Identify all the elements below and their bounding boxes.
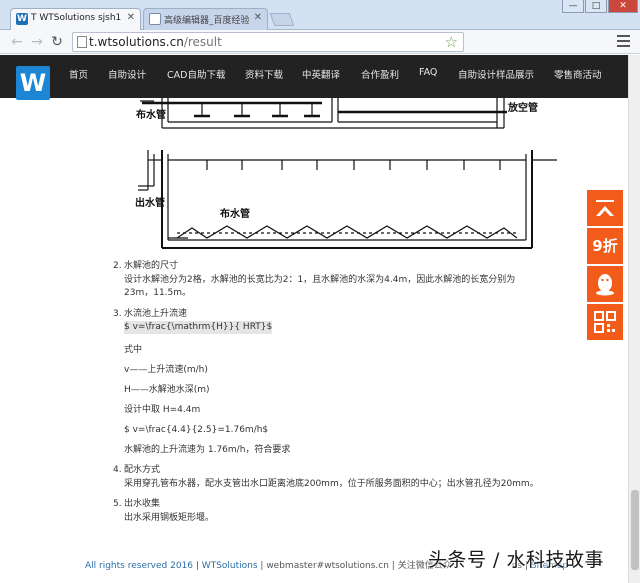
nav-item-retailers[interactable]: 零售商活动 — [554, 67, 602, 81]
site-nav-bar: W 首页 自助设计 CAD自助下载 资料下载 中英翻译 合作盈利 FAQ 自助设… — [0, 55, 640, 100]
bookmark-star-icon[interactable]: ☆ — [445, 33, 458, 51]
minimize-button[interactable]: — — [562, 0, 584, 13]
qr-code-icon — [594, 311, 616, 333]
drain-pipe-label: 放空管 — [508, 103, 538, 114]
nav-item-home[interactable]: 首页 — [69, 67, 88, 81]
discount-button[interactable]: 9折 — [587, 228, 623, 264]
back-to-top-button[interactable] — [587, 190, 623, 226]
page-favicon-icon — [149, 13, 161, 25]
browser-toolbar: ← → ↻ t.wtsolutions.cn/result ☆ — [0, 30, 640, 54]
qq-contact-button[interactable] — [587, 266, 623, 302]
tank-drawing — [138, 98, 557, 249]
maximize-button[interactable]: □ — [585, 0, 607, 13]
section-number: 3. — [113, 309, 122, 319]
section-text: 设计水解池分为2格，水解池的长宽比为2：1，且水解池的水深为4.4m，因此水解池… — [124, 275, 516, 285]
section-text: v——上升流速(m/h) — [124, 365, 208, 375]
nav-item-resources[interactable]: 资料下载 — [245, 67, 283, 81]
section-title-distribution: 配水方式 — [124, 465, 161, 475]
formula-text: $ v=\frac{4.4}{2.5}=1.76m/h$ — [124, 425, 269, 435]
footer-copyright: All rights reserved 2016 — [85, 561, 194, 571]
nav-item-samples[interactable]: 自助设计样品展示 — [458, 67, 534, 81]
nav-item-partnership[interactable]: 合作盈利 — [361, 67, 399, 81]
nav-item-translation[interactable]: 中英翻译 — [302, 67, 340, 81]
section-text: H——水解池水深(m) — [124, 385, 210, 395]
url-text: t.wtsolutions.cn/result — [89, 35, 222, 49]
bottom-inlet-pipe-label: 布水管 — [220, 209, 250, 220]
back-to-top-icon — [596, 200, 614, 216]
outlet-pipe-label: 出水管 — [135, 198, 165, 209]
footer-separator: | — [193, 561, 202, 571]
footer-separator: | — [388, 561, 398, 571]
section-title-upflow: 水流池上升流速 — [124, 309, 188, 319]
tank-diagram: 布水管 放空管 出水管 布水管 — [132, 98, 562, 256]
inlet-pipe-label: 布水管 — [136, 110, 166, 121]
section-text: 23m，11.5m。 — [124, 288, 192, 298]
footer-email: webmaster#wtsolutions.cn — [266, 561, 389, 571]
close-tab-icon[interactable]: ✕ — [254, 12, 262, 23]
qq-penguin-icon — [596, 274, 614, 296]
nav-item-faq[interactable]: FAQ — [419, 67, 437, 78]
section-number: 4. — [113, 465, 122, 475]
scrollbar-thumb[interactable] — [631, 490, 639, 570]
site-logo[interactable]: W — [16, 66, 50, 100]
toutiao-watermark: 头条号 / 水科技故事 — [428, 549, 604, 571]
footer-separator: | — [257, 561, 267, 571]
tab-baidu-jingyan[interactable]: 高级编辑器_百度经验 ✕ — [143, 8, 268, 30]
close-tab-icon[interactable]: ✕ — [127, 12, 135, 23]
tab-wtsolutions[interactable]: W T WTSolutions sjsh1 ✕ — [10, 8, 141, 30]
section-text: 采用穿孔管布水器，配水支管出水口距离池底200mm，位于所服务面积的中心；出水管… — [124, 479, 539, 489]
browser-menu-icon[interactable] — [617, 35, 630, 50]
qr-code-button[interactable] — [587, 304, 623, 340]
browser-tab-strip: W T WTSolutions sjsh1 ✕ 高级编辑器_百度经验 ✕ — □… — [0, 0, 640, 30]
address-bar[interactable]: t.wtsolutions.cn/result ☆ — [72, 32, 464, 52]
wtsolutions-favicon-icon: W — [16, 13, 28, 25]
section-text: 式中 — [124, 345, 143, 355]
reload-icon[interactable]: ↻ — [48, 33, 66, 51]
forward-arrow-icon[interactable]: → — [28, 33, 46, 51]
back-arrow-icon[interactable]: ← — [8, 33, 26, 51]
nav-item-self-design[interactable]: 自助设计 — [108, 67, 146, 81]
section-title-collection: 出水收集 — [124, 499, 161, 509]
footer-brand-link[interactable]: WTSolutions — [202, 561, 258, 571]
page-scrollbar[interactable] — [628, 55, 640, 583]
section-text: 出水采用钢板矩形堰。 — [124, 513, 215, 523]
section-title-dimensions: 水解池的尺寸 — [124, 261, 179, 271]
section-text: 水解池的上升流速为 1.76m/h，符合要求 — [124, 445, 291, 455]
tab-title: T WTSolutions sjsh1 — [31, 13, 122, 23]
page-icon — [77, 36, 87, 48]
close-window-button[interactable]: ✕ — [608, 0, 638, 13]
tab-title: 高级编辑器_百度经验 — [164, 16, 250, 26]
section-text: 设计中取 H=4.4m — [124, 405, 201, 415]
section-number: 5. — [113, 499, 122, 509]
new-tab-button[interactable] — [269, 13, 295, 26]
section-number: 2. — [113, 261, 122, 271]
nav-item-cad-download[interactable]: CAD自助下载 — [167, 67, 225, 81]
formula-text: $ v=\frac{\mathrm{H}}{ HRT}$ — [124, 321, 273, 334]
